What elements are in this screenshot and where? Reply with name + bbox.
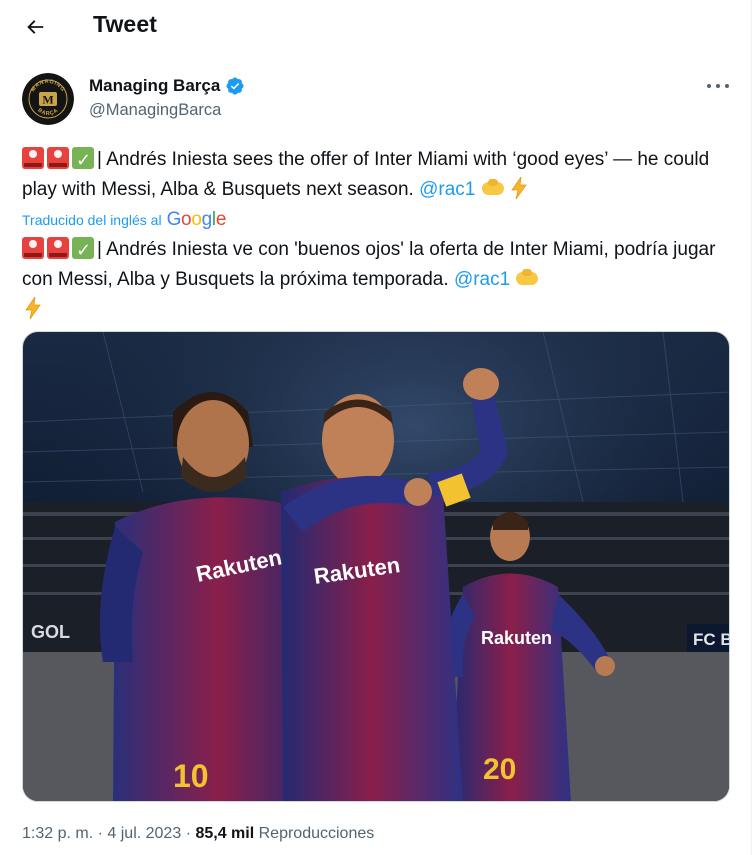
verified-badge-icon bbox=[226, 77, 244, 95]
svg-text:20: 20 bbox=[483, 753, 516, 786]
handshake-icon bbox=[515, 268, 539, 288]
tweet-date[interactable]: 4 jul. 2023 bbox=[107, 825, 181, 842]
check-mark-icon bbox=[72, 145, 94, 175]
handshake-icon bbox=[481, 178, 505, 198]
svg-text:GOL: GOL bbox=[31, 622, 70, 642]
translated-label: Traducido del inglés al bbox=[22, 212, 162, 228]
meta-separator: · bbox=[97, 825, 103, 842]
check-mark-icon bbox=[72, 235, 94, 265]
police-light-icon bbox=[47, 147, 69, 169]
police-light-icon bbox=[22, 147, 44, 169]
author-info: Managing Barça @ManagingBarca bbox=[89, 76, 245, 120]
mention-link[interactable]: @rac1 bbox=[454, 269, 510, 290]
tweet-text-translated: | Andrés Iniesta ve con 'buenos ojos' la… bbox=[22, 235, 732, 325]
back-button[interactable] bbox=[18, 10, 52, 44]
page-title: Tweet bbox=[93, 11, 157, 37]
author-name[interactable]: Managing Barça bbox=[89, 76, 220, 96]
tweet-meta: 1:32 p. m. · 4 jul. 2023 · 85,4 mil Repr… bbox=[22, 825, 374, 843]
lightning-icon bbox=[510, 176, 527, 200]
author-handle[interactable]: @ManagingBarca bbox=[89, 101, 245, 120]
more-dot-icon bbox=[707, 84, 711, 88]
svg-text:M: M bbox=[42, 93, 53, 107]
more-options-button[interactable] bbox=[707, 76, 729, 96]
lightning-icon bbox=[25, 296, 41, 320]
svg-text:10: 10 bbox=[173, 758, 209, 794]
views-label: Reproducciones bbox=[258, 825, 375, 842]
tweet-photo[interactable]: GOL FC B Rakuten 20 Rakuten 10 Rakuten bbox=[22, 331, 730, 802]
arrow-left-icon bbox=[27, 20, 44, 34]
more-dot-icon bbox=[716, 84, 720, 88]
svg-text:Rakuten: Rakuten bbox=[481, 628, 552, 648]
tweet-header: Tweet bbox=[0, 0, 752, 52]
tweet-text-original: | Andrés Iniesta sees the offer of Inter… bbox=[22, 145, 732, 205]
more-dot-icon bbox=[725, 84, 729, 88]
football-celebration-image: GOL FC B Rakuten 20 Rakuten 10 Rakuten bbox=[23, 332, 730, 801]
translated-by-link[interactable]: Traducido del inglés al Google bbox=[22, 209, 226, 231]
tweet-text-es: | Andrés Iniesta ve con 'buenos ojos' la… bbox=[22, 239, 716, 290]
google-logo: Google bbox=[166, 209, 227, 230]
police-light-icon bbox=[47, 237, 69, 259]
managing-barca-logo: MANAGING BARÇA M bbox=[22, 73, 74, 125]
tweet-time[interactable]: 1:32 p. m. bbox=[22, 825, 93, 842]
meta-separator: · bbox=[185, 825, 192, 842]
avatar[interactable]: MANAGING BARÇA M bbox=[22, 73, 74, 125]
police-light-icon bbox=[22, 237, 44, 259]
mention-link[interactable]: @rac1 bbox=[419, 179, 475, 200]
svg-text:FC B: FC B bbox=[693, 630, 730, 649]
views-count: 85,4 mil bbox=[195, 825, 255, 842]
tweet-text-en: | Andrés Iniesta sees the offer of Inter… bbox=[22, 149, 710, 200]
